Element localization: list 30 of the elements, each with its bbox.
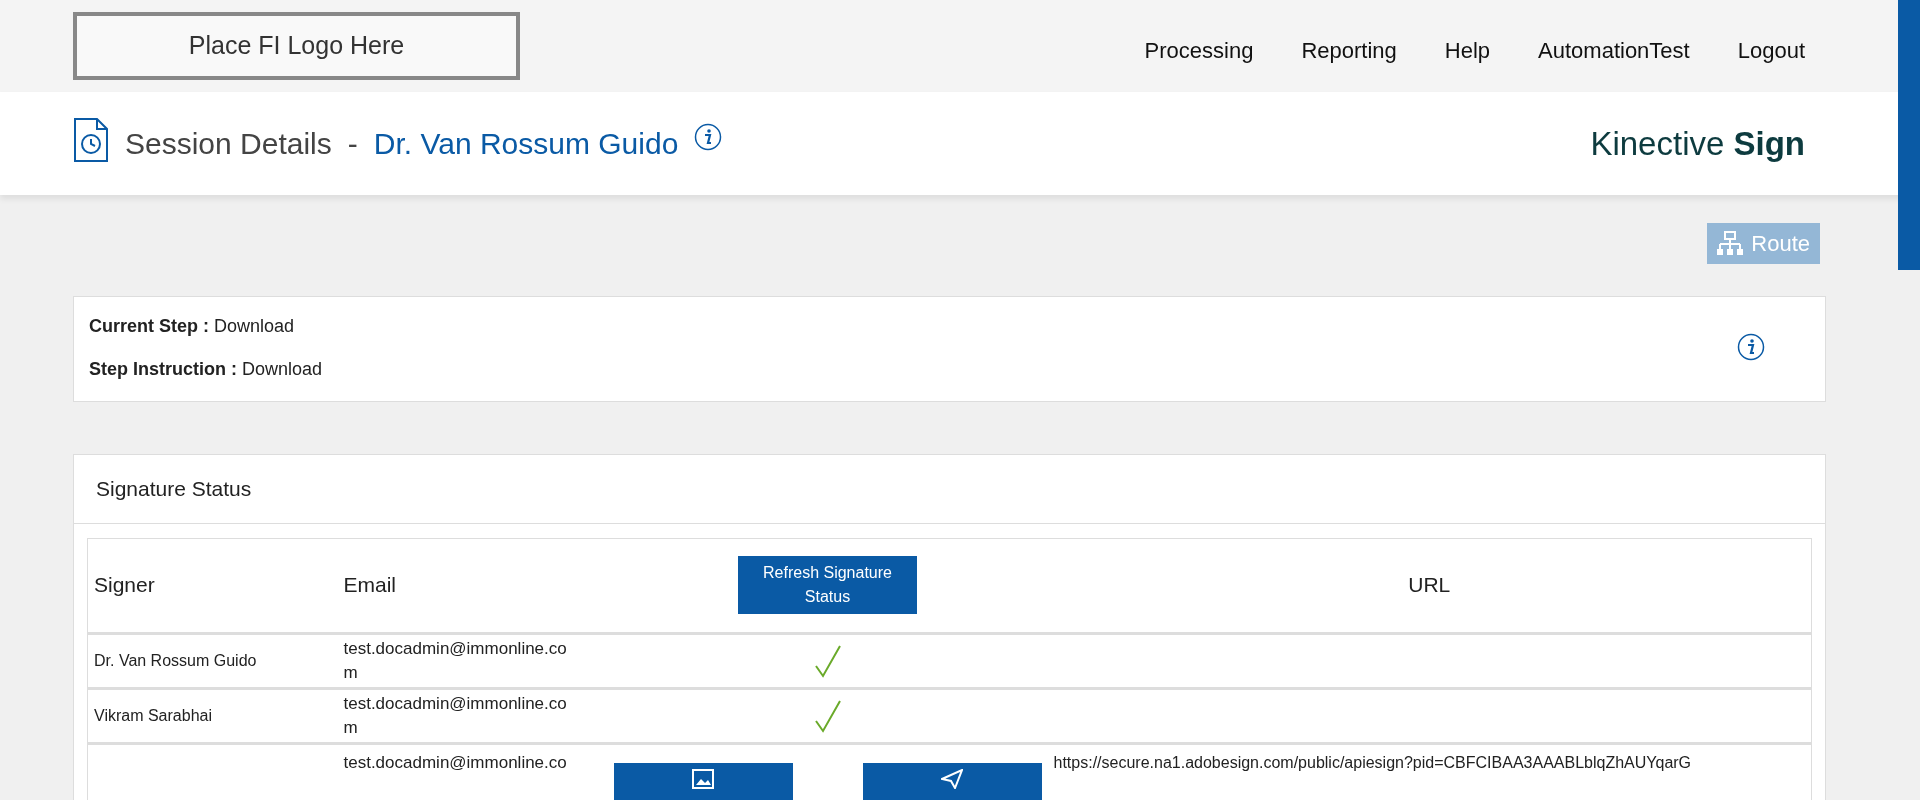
refresh-button[interactable]: Refresh Signature Status	[738, 556, 917, 614]
network-icon	[1717, 230, 1744, 257]
page-title: Session Details	[125, 126, 332, 162]
brand-name: Kinective Sign	[1590, 123, 1805, 164]
title-separator: -	[347, 126, 358, 162]
column-header: URL	[1047, 538, 1812, 633]
nav-link[interactable]: Reporting	[1301, 33, 1397, 67]
nav-link[interactable]: Processing	[1144, 33, 1254, 67]
column-header: Signer	[87, 538, 338, 633]
document-history-icon	[73, 116, 109, 163]
logo-text: Place FI Logo Here	[188, 30, 405, 62]
card-title: Signature Status	[74, 455, 1825, 524]
email-address: test.docadmin@immonline.com	[343, 637, 568, 684]
signer-name: Dr. Van Rossum Guido	[373, 126, 679, 162]
signing-url[interactable]: https://secure.na1.adobesign.com/public/apiesign?pid=CBFCIBAA3AAABLblqZhAUYqarG	[1053, 750, 1805, 775]
paper-plane-icon	[941, 768, 963, 789]
nav-link[interactable]: AutomationTest	[1538, 33, 1690, 67]
signer-name: Dr. Van Rossum Guido	[94, 651, 257, 669]
info-icon[interactable]	[1737, 333, 1765, 361]
picture-icon	[692, 768, 714, 789]
step-field: Current Step : Download	[89, 313, 323, 340]
email-address: test.docadmin@immonline.com	[343, 692, 568, 739]
signer-name: Vikram Sarabhai	[94, 706, 212, 724]
nav-link[interactable]: Logout	[1737, 33, 1805, 67]
email-address: test.docadmin@immonline.co	[343, 751, 568, 774]
step-field: Step Instruction : Download	[89, 356, 323, 383]
scrollbar-thumb[interactable]	[1898, 0, 1920, 270]
column-header: Email	[337, 538, 608, 633]
nav-link[interactable]: Help	[1444, 33, 1491, 67]
info-icon[interactable]	[694, 123, 723, 151]
